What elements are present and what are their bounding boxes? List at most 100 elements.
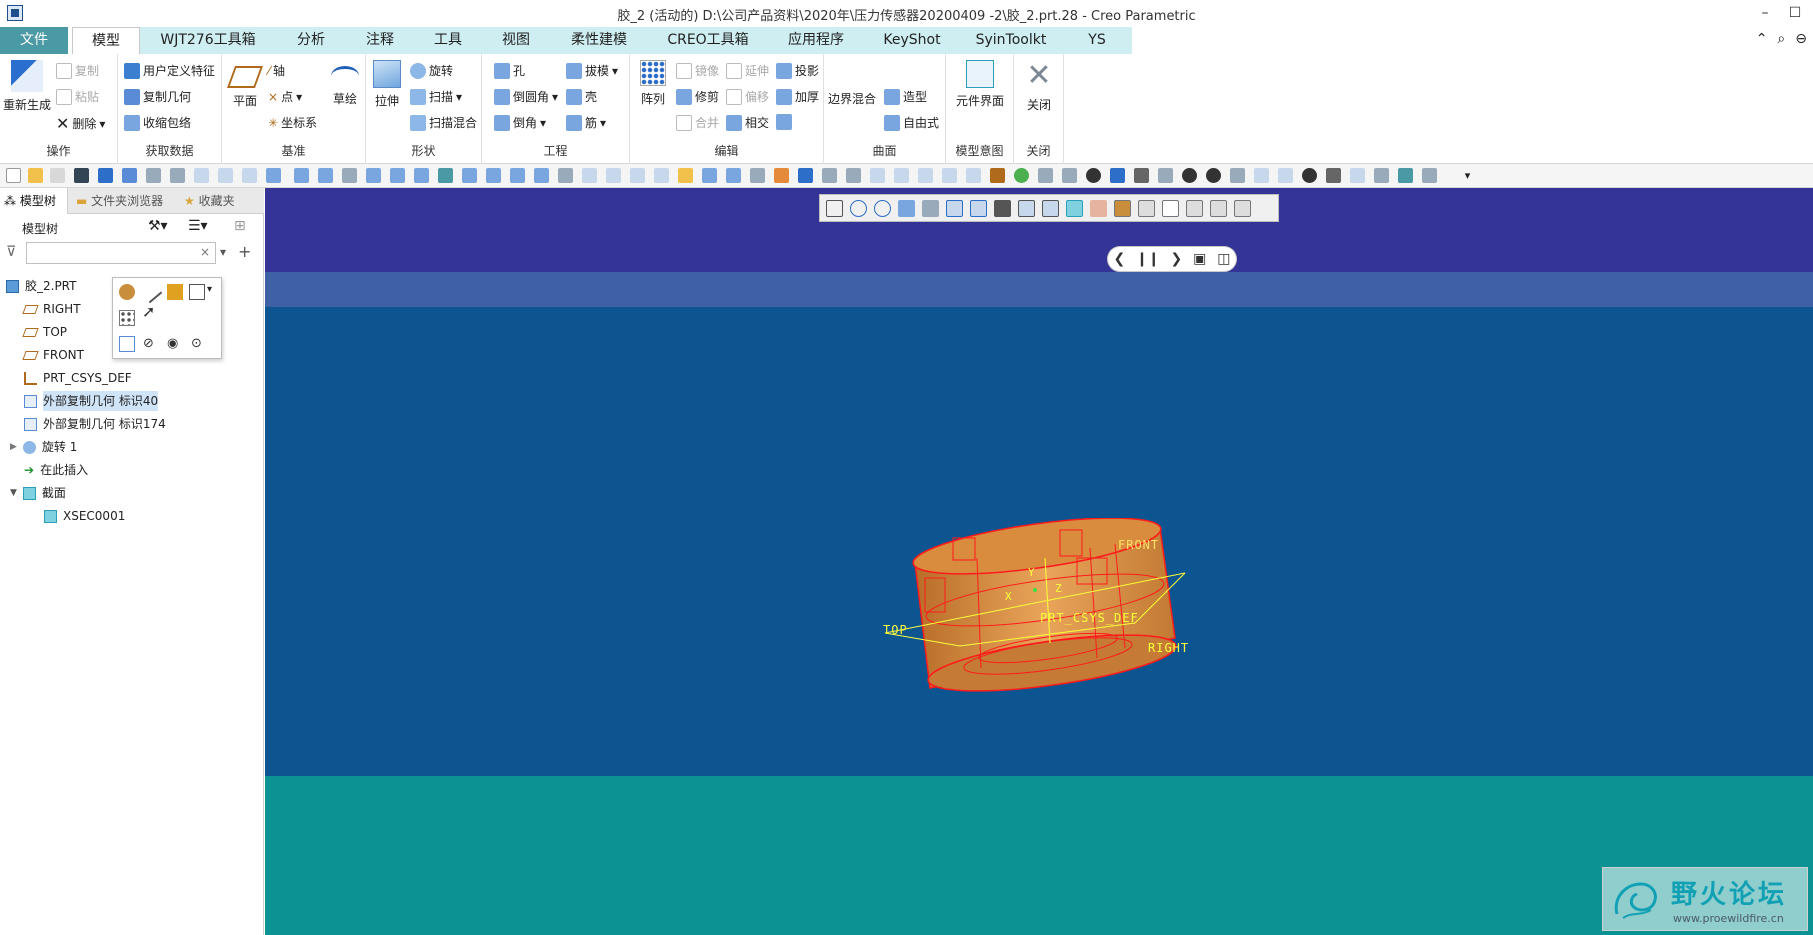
spin-display-icon[interactable]: [1234, 200, 1251, 217]
project-button[interactable]: 投影: [776, 62, 819, 79]
redo-icon[interactable]: [170, 168, 185, 183]
tool-icon[interactable]: [966, 168, 981, 183]
tool-icon[interactable]: [1158, 168, 1173, 183]
freestyle-button[interactable]: 自由式: [884, 114, 939, 131]
refit-icon[interactable]: [826, 200, 843, 217]
graphics-area[interactable]: ❮ ❙❙ ❯ ▣ ◫ TOP RIGHT FRONT PRT_CSYS_DEF …: [265, 188, 1813, 935]
extrude-button[interactable]: 拉伸: [368, 60, 406, 109]
open-file-icon[interactable]: [28, 168, 43, 183]
tool-icon[interactable]: [1398, 168, 1413, 183]
tab-view[interactable]: 视图: [482, 27, 550, 54]
save-icon[interactable]: [74, 168, 89, 183]
tool-icon[interactable]: [1422, 168, 1437, 183]
help-icon[interactable]: ⊖: [1795, 31, 1807, 47]
appearance-icon[interactable]: [119, 284, 135, 300]
tool-icon[interactable]: [942, 168, 957, 183]
tool-icon[interactable]: [1206, 168, 1221, 183]
tool-icon[interactable]: [1326, 168, 1341, 183]
tool-icon[interactable]: [1254, 168, 1269, 183]
next-icon[interactable]: ❯: [1170, 251, 1182, 267]
regenerate-qat-icon[interactable]: [98, 168, 113, 183]
tool-icon[interactable]: [1086, 168, 1101, 183]
sweep-button[interactable]: 扫描 ▾: [410, 88, 462, 105]
clear-icon[interactable]: ×: [200, 245, 210, 259]
tree-node-external-copy-geom-40[interactable]: 外部复制几何 标识40: [24, 391, 159, 411]
tool-icon[interactable]: [582, 168, 597, 183]
tool-icon[interactable]: [1230, 168, 1245, 183]
undo-icon[interactable]: [146, 168, 161, 183]
tree-node-external-copy-geom-174[interactable]: 外部复制几何 标识174: [24, 414, 166, 434]
minimize-button[interactable]: –: [1750, 3, 1780, 23]
tool-icon[interactable]: [294, 168, 309, 183]
thicken-button[interactable]: 加厚: [776, 88, 819, 105]
tab-favorites[interactable]: ★ 收藏夹: [180, 188, 260, 214]
tab-model[interactable]: 模型: [72, 27, 140, 54]
plane-tag-icon[interactable]: [1090, 200, 1107, 217]
zoom-out-icon[interactable]: [874, 200, 891, 217]
tab-syintoolkt[interactable]: SyinToolkt: [960, 27, 1062, 54]
tab-wjt276[interactable]: WJT276工具箱: [140, 27, 276, 54]
plane-button[interactable]: 平面: [226, 60, 264, 109]
point-button[interactable]: × 点 ▾: [268, 88, 302, 105]
style-button[interactable]: 造型: [884, 88, 927, 105]
hide-icon[interactable]: ⊘: [143, 336, 159, 352]
pause-icon[interactable]: ❙❙: [1136, 251, 1159, 267]
tool-icon[interactable]: [218, 168, 233, 183]
tool-icon[interactable]: [1278, 168, 1293, 183]
tab-flexible-modeling[interactable]: 柔性建模: [550, 27, 648, 54]
tool-icon[interactable]: [606, 168, 621, 183]
swept-blend-button[interactable]: 扫描混合: [410, 114, 477, 131]
tree-filters-icon[interactable]: ⊞: [234, 218, 246, 234]
save-view-icon[interactable]: ▣: [1193, 251, 1206, 267]
component-interface-button[interactable]: 元件界面: [950, 60, 1010, 109]
chevron-down-icon[interactable]: ▾: [220, 245, 226, 259]
revolve-button[interactable]: 旋转: [410, 62, 453, 79]
tool-icon[interactable]: [534, 168, 549, 183]
tool-icon[interactable]: [774, 168, 789, 183]
tab-applications[interactable]: 应用程序: [768, 27, 864, 54]
copy-geometry-button[interactable]: 复制几何: [124, 88, 191, 105]
tool-icon[interactable]: [630, 168, 645, 183]
tool-icon[interactable]: [750, 168, 765, 183]
view-manager-icon[interactable]: [922, 200, 939, 217]
add-icon[interactable]: +: [238, 242, 251, 261]
tool-icon[interactable]: [266, 168, 281, 183]
tool-icon[interactable]: [390, 168, 405, 183]
tool-icon[interactable]: [558, 168, 573, 183]
tree-settings-icon[interactable]: ⚒▾: [148, 218, 168, 234]
tool-icon[interactable]: [242, 168, 257, 183]
hole-button[interactable]: 孔: [494, 62, 525, 79]
tool-icon[interactable]: [318, 168, 333, 183]
tool-icon[interactable]: [1374, 168, 1389, 183]
open-recent-icon[interactable]: [50, 168, 65, 183]
customize-toolbar-icon[interactable]: ▾: [1460, 168, 1475, 183]
tool-icon[interactable]: [1014, 168, 1029, 183]
suppress-icon[interactable]: [119, 336, 135, 352]
repaint-icon[interactable]: [898, 200, 915, 217]
copy-button[interactable]: 复制: [56, 62, 99, 79]
part-model[interactable]: TOP RIGHT FRONT PRT_CSYS_DEF X Y Z: [883, 517, 1225, 741]
tab-ys[interactable]: YS: [1062, 27, 1132, 54]
tab-file[interactable]: 文件: [0, 27, 68, 54]
tool-icon[interactable]: [798, 168, 813, 183]
tree-node-right[interactable]: RIGHT: [22, 299, 81, 319]
extend-button[interactable]: 延伸: [726, 62, 769, 79]
perspective-icon[interactable]: [994, 200, 1011, 217]
offset-button[interactable]: 偏移: [726, 88, 769, 105]
round-button[interactable]: 倒圆角 ▾: [494, 88, 558, 105]
tool-icon[interactable]: [846, 168, 861, 183]
tool-icon[interactable]: [1350, 168, 1365, 183]
collapse-arrow-icon[interactable]: ▼: [10, 483, 17, 503]
tree-node-part[interactable]: 胶_2.PRT: [6, 276, 76, 296]
tree-node-top[interactable]: TOP: [22, 322, 67, 342]
point-display-icon[interactable]: [1162, 200, 1179, 217]
tree-node-csys[interactable]: PRT_CSYS_DEF: [24, 368, 132, 388]
plane-display-icon[interactable]: [1114, 200, 1131, 217]
shrinkwrap-button[interactable]: 收缩包络: [124, 114, 191, 131]
close-button[interactable]: ✕ 关闭: [1018, 60, 1060, 113]
rib-button[interactable]: 筋 ▾: [566, 114, 606, 131]
tree-node-sections[interactable]: ▼ 截面: [10, 483, 66, 503]
tool-icon[interactable]: [822, 168, 837, 183]
chamfer-button[interactable]: 倒角 ▾: [494, 114, 546, 131]
tool-icon[interactable]: [510, 168, 525, 183]
